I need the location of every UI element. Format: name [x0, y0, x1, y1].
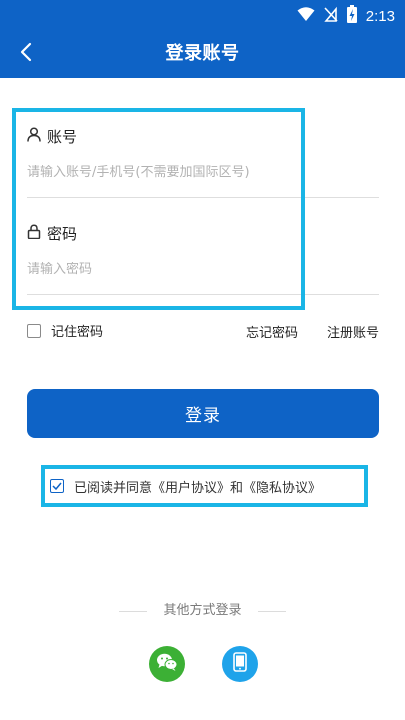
login-button[interactable]: 登录	[27, 389, 379, 438]
phone-login-button[interactable]	[222, 646, 258, 682]
other-login-section: 其他方式登录	[0, 601, 405, 621]
other-login-title: 其他方式登录	[163, 603, 242, 618]
account-field: 账号	[27, 126, 379, 180]
navigation-bar: 登录账号	[0, 30, 405, 78]
account-input[interactable]	[27, 165, 379, 180]
account-divider	[27, 197, 379, 198]
remember-password-label: 记住密码	[51, 325, 104, 340]
no-signal-icon	[324, 6, 338, 26]
checkmark-icon	[52, 479, 62, 494]
account-label: 账号	[47, 128, 78, 146]
phone-icon	[233, 652, 247, 676]
password-label: 密码	[47, 225, 78, 243]
lock-icon	[27, 224, 41, 243]
battery-charging-icon	[346, 5, 357, 27]
status-bar: 2:13	[0, 0, 405, 30]
status-icons: 2:13	[297, 5, 395, 27]
user-icon	[27, 127, 41, 146]
forgot-password-link[interactable]: 忘记密码	[246, 322, 298, 341]
remember-password-toggle[interactable]: 记住密码	[27, 321, 103, 340]
agreement-checkbox[interactable]	[50, 479, 64, 493]
agreement-text[interactable]: 已阅读并同意《用户协议》和《隐私协议》	[74, 477, 321, 496]
status-time: 2:13	[365, 7, 395, 25]
wechat-login-button[interactable]	[149, 646, 185, 682]
password-input[interactable]	[27, 262, 379, 277]
agreement-row: 已阅读并同意《用户协议》和《隐私协议》	[50, 474, 321, 498]
page-title: 登录账号	[165, 43, 240, 64]
other-login-divider-right	[258, 611, 286, 612]
remember-checkbox[interactable]	[27, 323, 41, 338]
password-field: 密码	[27, 223, 379, 277]
register-link[interactable]: 注册账号	[327, 322, 379, 341]
wechat-icon	[156, 652, 178, 676]
options-row: 记住密码 忘记密码 注册账号	[27, 321, 379, 343]
password-divider	[27, 294, 379, 295]
wifi-icon	[297, 6, 315, 26]
